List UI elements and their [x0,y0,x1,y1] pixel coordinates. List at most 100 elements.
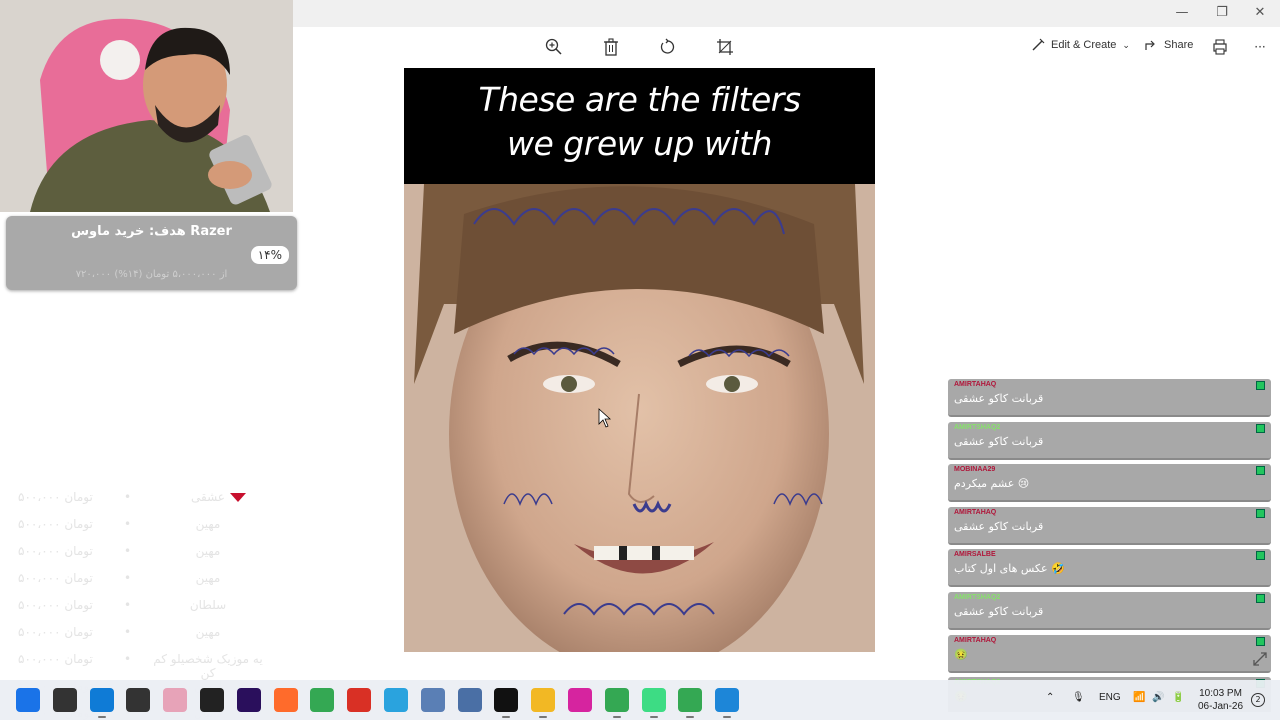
windows-taskbar: ⌃ 🎙 ENG 📶 🔊 🔋 10:03 PM 06-Jan-26 2 [0,680,1280,720]
displayed-photo: These are the filters we grew up with [404,68,875,652]
show-hidden-icons-icon[interactable]: ⌃ [1046,692,1054,703]
clock-time: 10:03 PM [1199,688,1242,699]
chat-username: AMIRTSHAQ2 [954,423,1001,431]
meme-caption: These are the filters we grew up with [404,68,875,184]
chat-message: AMIRTAHAQ قربانت کاکو عشقی [948,379,1271,417]
leaderboard-separator: • [124,490,132,504]
more-options-icon[interactable]: ··· [1249,36,1271,58]
running-indicator [539,716,548,718]
edit-pen-icon [1032,38,1045,51]
donation-goal-card: هدف: خرید ماوس Razer ۱۴% ۷۲۰،۰۰۰ از ۵،۰۰… [6,216,297,290]
leaderboard-separator: • [124,652,132,666]
leaderboard-amount: ۵۰۰،۰۰۰ تومان [18,517,93,531]
viewer-title-bar: — ❐ ✕ [293,0,1280,27]
print-icon[interactable] [1209,36,1231,58]
expand-icon[interactable] [1252,651,1268,667]
leaderboard-name: مهین [195,517,221,531]
chat-message: AMIRSALBE عکس های اول کتاب 🤣 [948,549,1271,588]
badge-icon [1256,594,1265,603]
obs-icon[interactable] [200,688,224,712]
leaderboard-row: ۵۰۰،۰۰۰ تومان • سلطان [18,598,298,618]
paint-icon[interactable] [163,688,188,712]
telegram-icon[interactable] [384,688,408,712]
leaderboard-amount: ۵۰۰،۰۰۰ تومان [18,544,93,558]
close-button[interactable]: ✕ [1241,3,1279,23]
gmail-icon[interactable] [347,688,372,712]
running-indicator [97,716,106,718]
clock-date: 06-Jan-26 [1198,701,1244,712]
leaderboard-separator: • [124,571,132,585]
volume-icon[interactable]: 🔊 [1152,692,1164,703]
firefox-icon[interactable] [273,688,298,712]
restore-button[interactable]: ❐ [1203,3,1241,23]
wifi-icon[interactable]: 📶 [1133,692,1145,703]
leaderboard-row: ۵۰۰،۰۰۰ تومان • مهین [18,544,298,564]
stream-chat: AMIRTAHAQ قربانت کاکو عشقی AMIRTSHAQ2 قربان… [948,379,1272,712]
chat-username: AMIRTAHAQ [954,508,997,516]
rotate-icon[interactable] [657,36,679,58]
running-indicator [612,716,621,718]
chat-message: AMIRTAHAQ قربانت کاکو عشقی [948,506,1271,545]
goal-subtitle: ۷۲۰،۰۰۰ از ۵،۰۰۰،۰۰۰ تومان (۱۴%) [75,269,228,280]
chrome-profile2-icon[interactable] [678,688,703,712]
leaderboard-amount: ۵۰۰،۰۰۰ تومان [18,652,93,666]
edit-create-button[interactable]: Edit & Create ⌄ [1031,38,1130,52]
goal-title: هدف: خرید ماوس Razer [71,224,232,239]
edge-icon[interactable] [89,688,114,712]
file-explorer-icon[interactable] [531,688,556,712]
search-icon[interactable] [52,688,77,712]
premiere-icon[interactable] [236,688,261,712]
zoom-in-icon[interactable] [543,36,565,58]
goal-percent-badge: ۱۴% [250,246,289,264]
leaderboard-amount: ۵۰۰،۰۰۰ تومان [18,625,93,639]
delete-icon[interactable] [600,36,622,58]
edit-create-label: Edit & Create [1051,39,1117,51]
instagram-icon[interactable] [568,688,592,712]
badge-icon [1256,551,1265,561]
chrome-profile-icon[interactable] [604,688,629,712]
viewer-toolbar: Edit & Create ⌄ Share ··· [293,27,1280,67]
chrome-icon[interactable] [310,688,335,712]
language-indicator[interactable]: ENG [1099,692,1121,703]
chat-text: قربانت کاکو عشقی [954,434,1044,448]
leaderboard-name: سلطان [189,598,227,612]
meme-caption-line-1: These are the filters [478,80,801,119]
leaderboard-separator: • [124,625,132,639]
leaderboard-row: ۵۰۰،۰۰۰ تومان • مهین [18,625,298,645]
chevron-down-icon: ⌄ [1122,39,1130,50]
badge-icon [1256,508,1265,518]
android-icon[interactable] [641,688,666,712]
calculator-icon[interactable] [457,688,482,712]
share-icon [1145,40,1155,50]
badge-icon [1256,423,1265,433]
store-icon[interactable] [126,688,151,712]
notification-badge[interactable]: 2 [1251,693,1265,707]
chat-text: عشم میکردم 😢 [954,477,1030,491]
photos-icon[interactable] [715,688,740,712]
start-icon[interactable] [16,688,40,712]
printer-app-icon[interactable] [420,688,445,712]
chat-text: قربانت کاکو عشقی [954,392,1044,405]
tiktok-icon[interactable] [494,688,519,712]
minimize-button[interactable]: — [1163,3,1201,23]
chat-message: AMIRTSHAQ2 قربانت کاکو عشقی [948,421,1271,460]
leaderboard-name: مهین [195,571,221,585]
chat-message: AMIRTAHAQ 🤢 [948,634,1271,673]
leaderboard-name: مهین [195,625,221,639]
leaderboard-name: مهین [195,544,221,558]
leaderboard-amount: ۵۰۰،۰۰۰ تومان [18,571,93,585]
leaderboard-row: ۵۰۰،۰۰۰ تومان • عشقی [18,490,298,510]
chat-message: MOBINAA29 عشم میکردم 😢 [948,464,1271,503]
leaderboard-row: ۵۰۰،۰۰۰ تومان • مهین [18,517,298,537]
share-button[interactable]: Share [1144,38,1193,52]
badge-icon [1256,466,1265,476]
taskbar-clock[interactable]: 10:03 PM 06-Jan-26 [1198,687,1243,713]
leaderboard-name: عشقی [191,490,225,504]
leaderboard-name: یه موزیک شخصیلو کم کن [153,652,263,680]
chat-text: 🤢 [954,647,968,661]
microphone-icon[interactable]: 🎙 [1072,692,1085,703]
chat-text: عکس های اول کتاب 🤣 [954,562,1065,576]
running-indicator [502,716,511,718]
crop-icon[interactable] [714,36,736,58]
battery-icon[interactable]: 🔋 [1172,692,1184,703]
